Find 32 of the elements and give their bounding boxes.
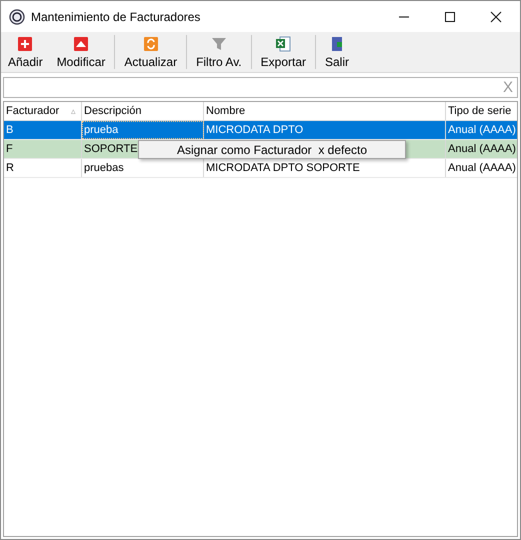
toolbar-button[interactable]: Exportar	[256, 32, 311, 72]
column-header[interactable]: Nombre	[204, 102, 446, 120]
app-logo-icon	[9, 8, 25, 24]
toolbar-button[interactable]: Actualizar	[119, 32, 182, 72]
column-header[interactable]: Tipo de serie	[446, 102, 517, 120]
plus-icon	[17, 36, 34, 52]
table-cell: MICRODATA DPTO SOPORTE	[206, 162, 360, 174]
table-cell: F	[6, 143, 13, 155]
table-cell: Anual (AAAA)	[448, 162, 516, 174]
spreadsheet-icon	[275, 36, 292, 52]
toolbar-button[interactable]: Salir	[320, 32, 354, 72]
funnel-icon	[210, 36, 227, 52]
refresh-icon	[142, 36, 159, 52]
table-cell: prueba	[84, 124, 118, 136]
table-cell: pruebas	[84, 162, 124, 174]
door-icon	[329, 36, 345, 52]
table-cell: B	[6, 124, 14, 136]
table-row[interactable]: B prueba MICRODATA DPTO Anual (AAAA)	[4, 121, 517, 140]
column-header[interactable]: Facturador ▵	[4, 102, 82, 120]
window-title: Mantenimiento de Facturadores	[31, 10, 202, 24]
toolbar-button[interactable]: Modificar	[52, 32, 110, 72]
table-cell: MICRODATA DPTO	[206, 124, 304, 136]
toolbar-button[interactable]: Filtro Av.	[191, 32, 247, 72]
table-cell: R	[6, 162, 14, 174]
toolbar-button[interactable]: Añadir	[3, 32, 48, 72]
column-header[interactable]: Descripción	[82, 102, 204, 120]
table-cell: Anual (AAAA)	[448, 124, 516, 136]
maximize-icon[interactable]	[444, 10, 456, 22]
menu-item[interactable]: Asignar como Facturador x defecto	[140, 142, 404, 157]
table-cell: Anual (AAAA)	[448, 143, 516, 155]
close-icon[interactable]	[490, 10, 502, 22]
table-cell: SOPORTE	[84, 143, 138, 155]
